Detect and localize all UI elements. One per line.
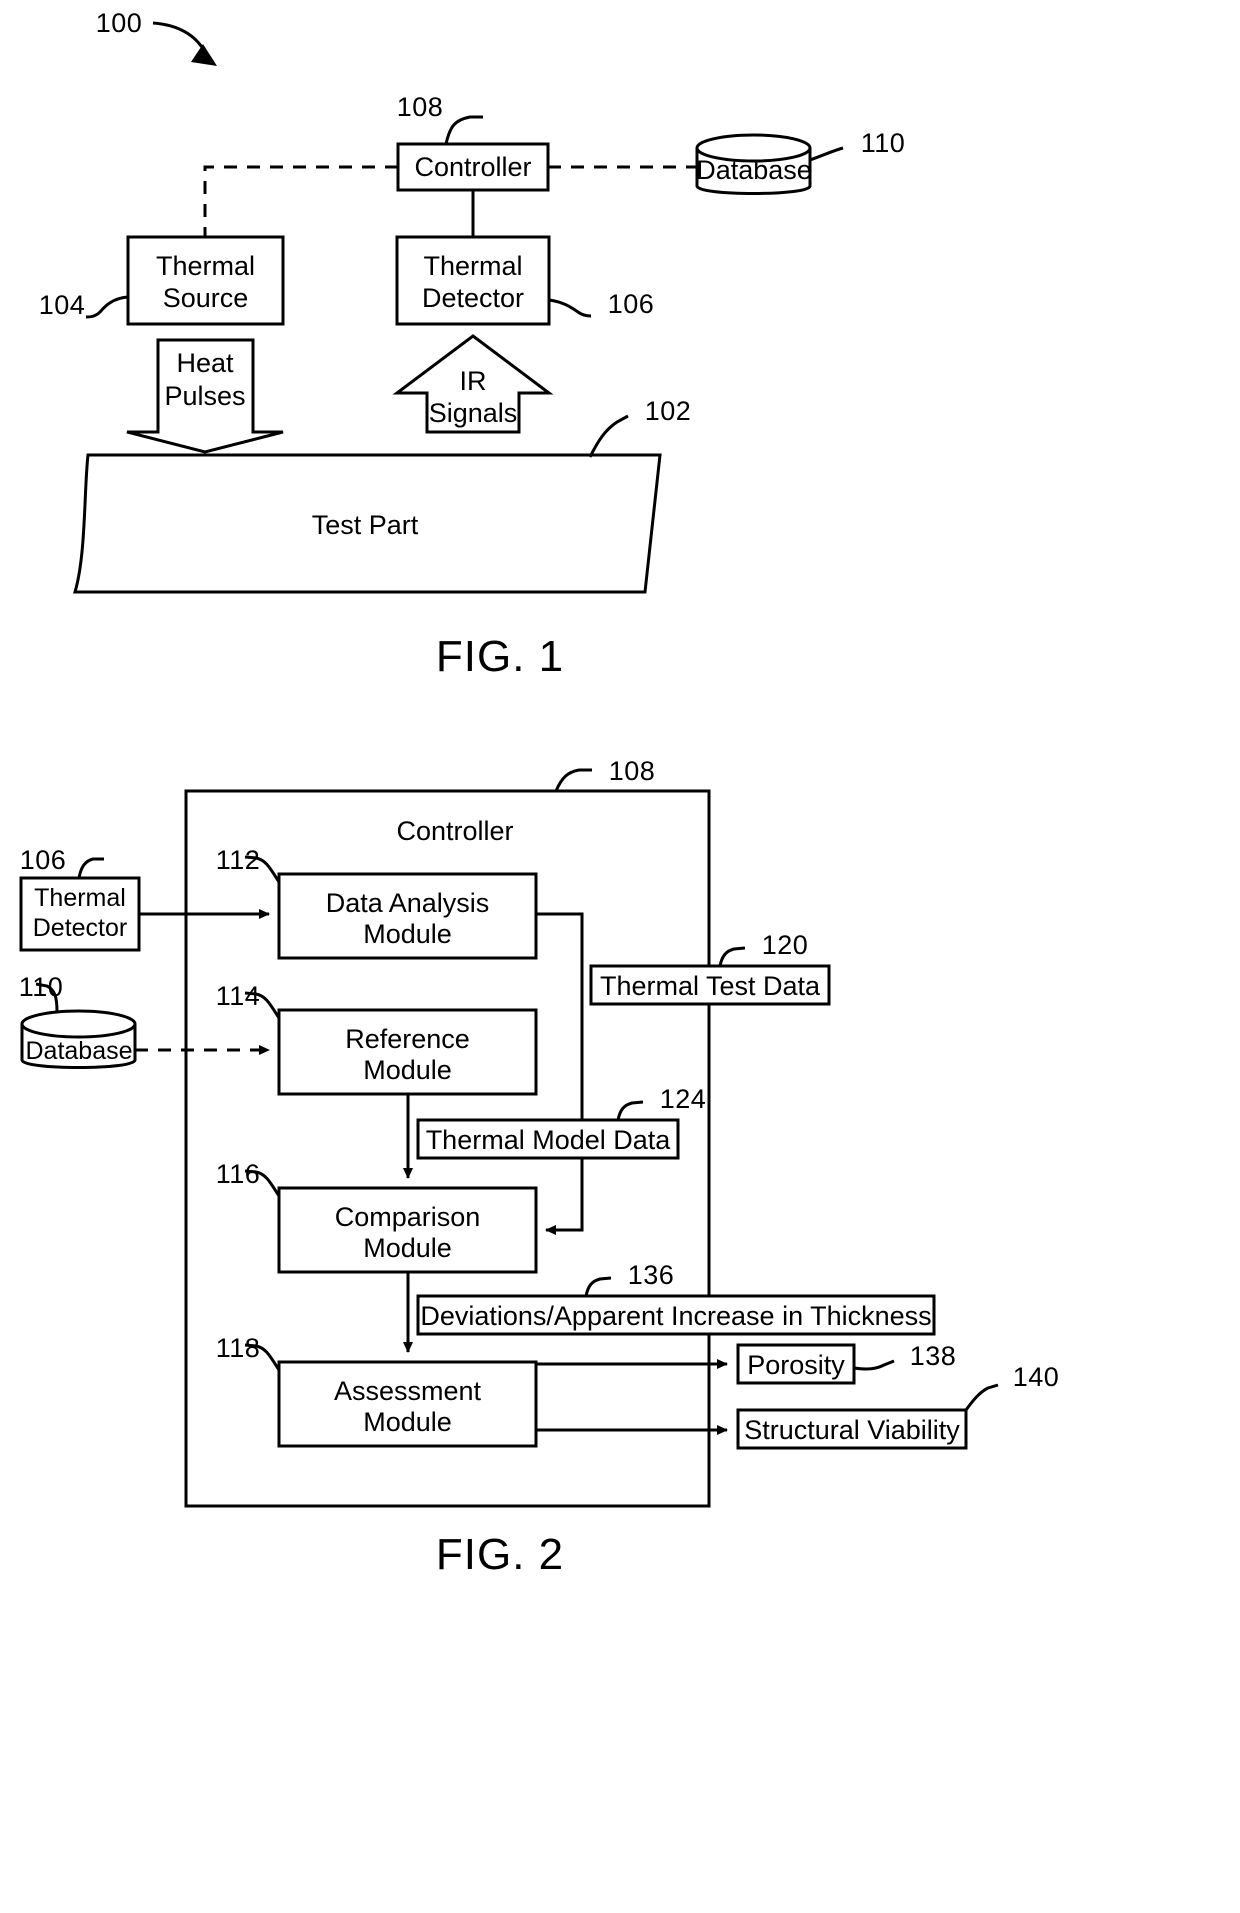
fig1-thermal-detector-label-line1: Thermal [423,251,523,281]
fig1-thermal-detector-ref: 106 [607,289,655,319]
fig2-thermal-model-data-label: Thermal Model Data [425,1125,671,1155]
fig2-controller-lead [554,768,592,792]
fig2-structural-viability-lead [964,1383,999,1411]
fig2-thermal-detector-ref: 106 [19,845,67,875]
fig2-data-analysis-label-line1: Data Analysis [325,888,490,918]
fig2-controller-label: Controller [396,816,514,846]
fig2-deviations-ref: 136 [627,1260,675,1290]
fig1-system-ref: 100 [95,8,143,38]
fig2-thermal-test-data-ref: 120 [761,930,809,960]
fig1-test-part-label: Test Part [311,510,419,540]
fig2-data-analysis-to-comparison-path [536,912,584,1235]
fig1-system-lead-line [152,21,217,66]
fig1-heat-pulses-label-line2: Pulses [164,381,246,411]
fig1-caption: FIG. 1 [435,632,565,681]
fig2-database-ref: 110 [18,972,64,1002]
fig2-porosity-label: Porosity [747,1350,845,1380]
fig1-heat-pulses-label-line1: Heat [176,348,234,378]
fig1-thermal-source-ref: 104 [38,290,86,320]
fig1-ir-signals-label-line2: Signals [428,398,518,428]
fig2-thermal-test-data-label: Thermal Test Data [599,971,821,1001]
fig2-controller-ref: 108 [608,756,656,786]
fig2-structural-viability-label: Structural Viability [744,1415,960,1445]
fig2-thermal-detector-label-line1: Thermal [34,884,126,912]
fig2-porosity-lead [853,1359,895,1371]
fig2-porosity-ref: 138 [909,1341,957,1371]
fig2-deviations-lead [584,1276,612,1297]
fig1-thermal-source-label-line1: Thermal [155,251,256,281]
fig1-thermal-detector-label-line2: Detector [421,283,525,313]
fig2-deviations-label: Deviations/Apparent Increase in Thicknes… [420,1301,932,1331]
fig1-database-lead [809,146,844,162]
fig2-database-label: Database [25,1037,133,1065]
fig2-reference-label-line1: Reference [345,1024,470,1054]
fig2-comparison-label-line1: Comparison [334,1202,481,1232]
fig2-thermal-detector-label-line2: Detector [32,914,128,942]
fig2-data-analysis-label-line2: Module [363,919,452,949]
fig2-reference-ref: 114 [215,981,261,1011]
patent-drawing-sheet: 100 108 Controller 110 Database 104 Ther… [0,0,1240,1913]
fig2-thermal-model-data-lead [616,1100,644,1121]
fig2-thermal-detector-lead [77,857,104,879]
fig2-assessment-label-line2: Module [363,1407,452,1437]
fig2-reference-label-line2: Module [363,1055,452,1085]
fig2-assessment-ref: 118 [215,1333,261,1363]
fig1-database-label: Database [696,155,812,185]
fig2-structural-viability-ref: 140 [1012,1362,1060,1392]
fig1-thermal-source-lead [85,295,129,319]
fig1-controller-label: Controller [414,152,532,182]
fig1-thermal-detector-lead [548,298,592,318]
fig1-ir-signals-label-line1: IR [459,366,487,396]
fig2-comparison-label-line2: Module [363,1233,452,1263]
fig2-comparison-ref: 116 [215,1159,261,1189]
fig1-test-part-ref: 102 [644,396,692,426]
fig1-controller-to-source-dashed [203,165,398,237]
fig1-thermal-source-label-line2: Source [162,283,249,313]
fig1-controller-ref: 108 [396,92,444,122]
fig2-thermal-test-data-lead [718,946,746,967]
fig1-database-ref: 110 [860,128,906,158]
fig2-data-analysis-ref: 112 [215,845,261,875]
fig2-caption: FIG. 2 [435,1530,565,1579]
fig1-test-part-lead [588,414,629,458]
fig2-assessment-label-line1: Assessment [333,1376,482,1406]
fig2-thermal-model-data-ref: 124 [659,1084,707,1114]
